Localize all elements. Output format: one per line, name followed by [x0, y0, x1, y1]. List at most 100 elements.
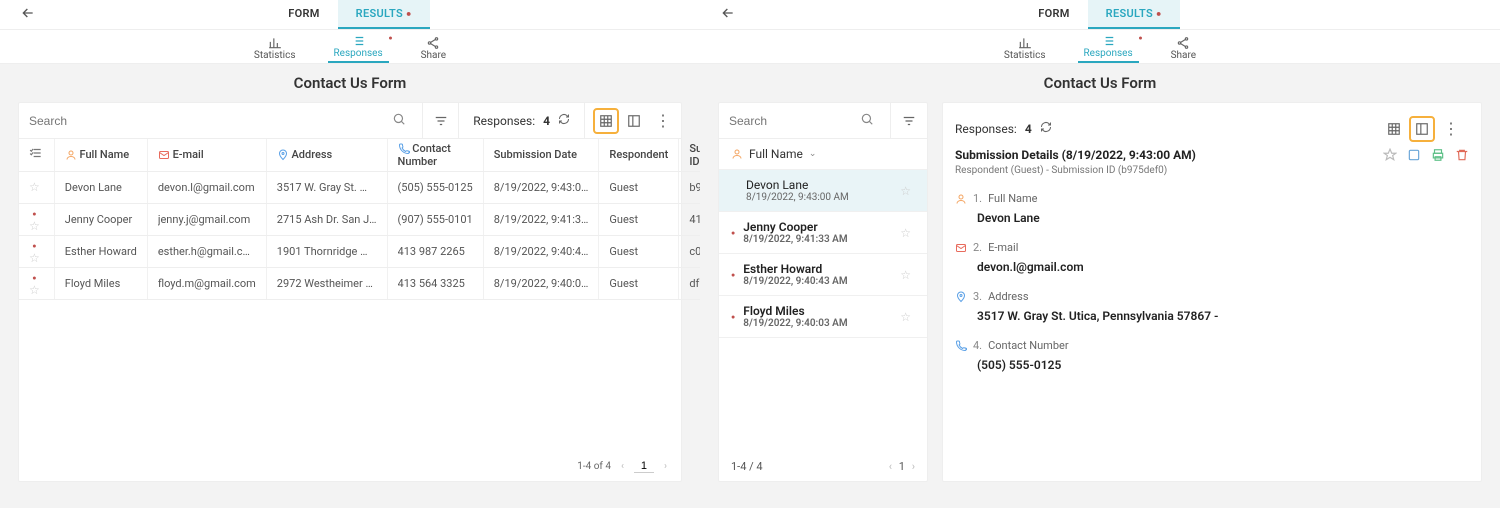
unread-dot-icon: ● [406, 10, 412, 20]
content: Contact Us Form [700, 64, 1500, 508]
phone-icon [398, 143, 410, 155]
star-icon[interactable]: ☆ [900, 184, 911, 198]
cell-email: esther.h@gmail.c… [158, 245, 256, 258]
person-icon [731, 148, 743, 160]
cell-full-name: Esther Howard [65, 245, 137, 258]
person-icon [65, 149, 77, 161]
col-header-contact-number[interactable]: Contact Number [387, 139, 483, 171]
trash-icon[interactable] [1455, 148, 1469, 165]
col-header-email[interactable]: E-mail [147, 139, 266, 171]
left-pane: FORM RESULTS ● Statistics Responses ● Sh [0, 0, 700, 508]
col-header-address[interactable]: Address [266, 139, 387, 171]
kebab-icon[interactable]: ⋮ [655, 111, 671, 130]
field-number: 3. [973, 290, 982, 303]
col-header-full-name[interactable]: Full Name [54, 139, 147, 171]
detail-field: 2. E-mail devon.l@gmail.com [955, 241, 1469, 274]
table-row[interactable]: ● ☆ Floyd Miles floyd.m@gmail.com 2972 W… [19, 267, 700, 299]
star-icon[interactable]: ☆ [29, 251, 40, 265]
field-value: Devon Lane [977, 211, 1469, 225]
unread-dot-icon: ● [1138, 34, 1142, 42]
list-next-icon[interactable]: › [912, 460, 915, 473]
subtab-statistics[interactable]: Statistics [998, 34, 1052, 63]
tab-form[interactable]: FORM [270, 0, 337, 29]
paginator-next-icon[interactable]: › [664, 461, 667, 472]
cell-address: 2972 Westheimer … [277, 277, 377, 290]
list-item[interactable]: Devon Lane 8/19/2022, 9:43:00 AM ☆ [719, 170, 927, 212]
star-icon[interactable]: ☆ [29, 283, 40, 297]
cell-full-name: Floyd Miles [65, 277, 137, 290]
panel-view-button[interactable] [1411, 118, 1433, 140]
responses-count: Responses: 4 [459, 103, 585, 138]
kebab-icon[interactable]: ⋮ [1443, 119, 1459, 138]
tab-results[interactable]: RESULTS ● [1088, 0, 1180, 29]
search-icon[interactable] [854, 112, 880, 130]
tab-form[interactable]: FORM [1020, 0, 1087, 29]
table-row[interactable]: ● ☆ Jenny Cooper jenny.j@gmail.com 2715 … [19, 203, 700, 235]
star-icon[interactable]: ☆ [29, 180, 40, 194]
mail-icon [158, 149, 170, 161]
list-item[interactable]: ● Esther Howard 8/19/2022, 9:40:43 AM ☆ [719, 254, 927, 296]
refresh-icon[interactable] [1040, 121, 1052, 136]
list-item-time: 8/19/2022, 9:43:00 AM [746, 192, 892, 203]
unread-dot-icon: ● [32, 210, 36, 218]
paginator: 1-4 of 4 ‹ › [577, 460, 667, 473]
filter-button[interactable] [891, 103, 927, 138]
star-icon[interactable]: ☆ [29, 219, 40, 233]
unread-dot-icon: ● [731, 229, 735, 237]
search-icon[interactable] [386, 112, 412, 130]
filter-button[interactable] [423, 103, 459, 138]
list-item[interactable]: ● Floyd Miles 8/19/2022, 9:40:03 AM ☆ [719, 296, 927, 338]
back-arrow-icon[interactable] [20, 5, 36, 25]
person-icon [955, 193, 967, 205]
star-icon[interactable]: ☆ [900, 310, 911, 324]
cell-respondent: Guest [609, 277, 638, 290]
field-number: 2. [973, 241, 982, 254]
col-header-submission-date[interactable]: Submission Date [483, 139, 599, 171]
cell-email: devon.l@gmail.com [158, 181, 256, 194]
grid-view-button[interactable] [595, 110, 617, 132]
field-label: Address [988, 290, 1028, 303]
list-icon [351, 34, 365, 48]
chevron-down-icon: ⌄ [809, 149, 817, 159]
back-arrow-icon[interactable] [720, 5, 736, 25]
subtab-responses[interactable]: Responses ● [328, 32, 389, 63]
note-icon[interactable] [1407, 148, 1421, 165]
field-number: 4. [973, 339, 982, 352]
detail-field: 4. Contact Number (505) 555-0125 [955, 339, 1469, 372]
table-row[interactable]: ☆ Devon Lane devon.l@gmail.com 3517 W. G… [19, 171, 700, 203]
star-icon[interactable]: ☆ [900, 268, 911, 282]
select-all-header[interactable] [19, 139, 54, 171]
tab-results[interactable]: RESULTS ● [338, 0, 430, 29]
subtab-statistics[interactable]: Statistics [248, 34, 302, 63]
list-prev-icon[interactable]: ‹ [889, 460, 892, 473]
list-icon [1101, 34, 1115, 48]
print-icon[interactable] [1431, 148, 1445, 165]
cell-submission-id: 413be393 [689, 213, 700, 226]
col-header-respondent[interactable]: Respondent [599, 139, 679, 171]
paginator-page-input[interactable] [634, 460, 654, 473]
cell-contact-number: (505) 555-0125 [398, 181, 473, 194]
col-header-submission-id[interactable]: Submission ID [679, 139, 700, 171]
sub-tabs: Statistics Responses ● Share [0, 30, 700, 64]
subtab-share[interactable]: Share [415, 34, 452, 63]
subtab-share[interactable]: Share [1165, 34, 1202, 63]
paginator-prev-icon[interactable]: ‹ [621, 461, 624, 472]
table-row[interactable]: ● ☆ Esther Howard esther.h@gmail.c… 1901… [19, 235, 700, 267]
panel-view-button[interactable] [623, 110, 645, 132]
star-icon[interactable]: ☆ [900, 226, 911, 240]
list-item[interactable]: ● Jenny Cooper 8/19/2022, 9:41:33 AM ☆ [719, 212, 927, 254]
subtab-responses[interactable]: Responses ● [1078, 32, 1139, 63]
grid-view-button[interactable] [1383, 118, 1405, 140]
right-pane: FORM RESULTS ● Statistics Responses ● Sh [700, 0, 1500, 508]
search-input[interactable] [729, 114, 854, 128]
list-sort-header[interactable]: Full Name ⌄ [719, 139, 927, 170]
search-box [719, 103, 891, 138]
star-icon[interactable] [1383, 148, 1397, 165]
cell-submission-date: 8/19/2022, 9:40:0… [494, 277, 589, 290]
search-input[interactable] [29, 114, 386, 128]
pin-icon [955, 291, 967, 303]
list-item-name: Devon Lane [746, 178, 892, 192]
refresh-icon[interactable] [558, 113, 570, 128]
cell-address: 3517 W. Gray St. … [277, 181, 377, 194]
results-card: Responses: 4 ⋮ [18, 102, 682, 482]
